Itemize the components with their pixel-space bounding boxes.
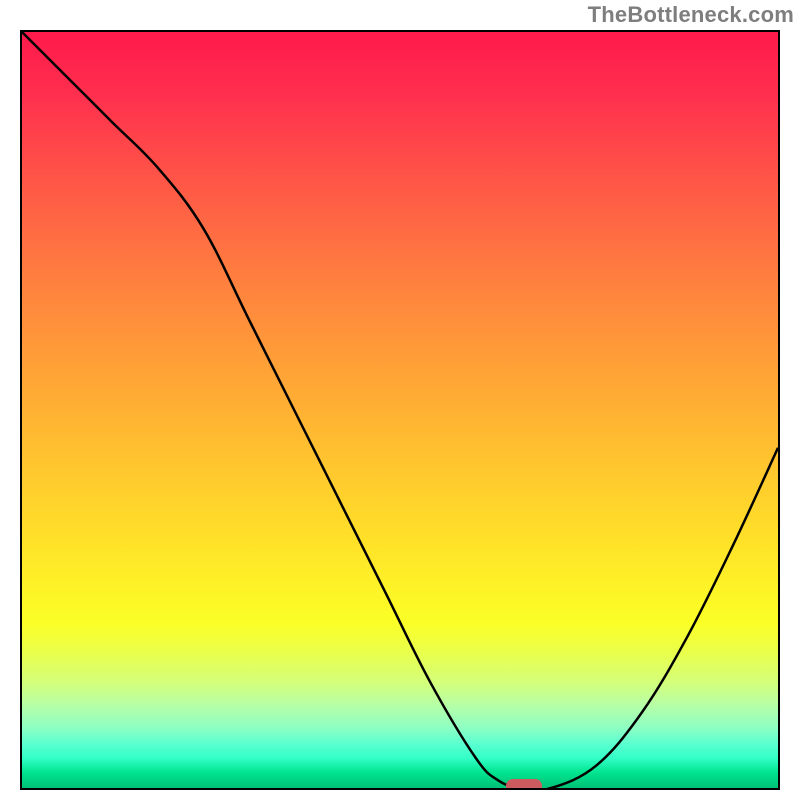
- chart-stage: TheBottleneck.com: [0, 0, 800, 800]
- plot-area: [20, 30, 780, 790]
- watermark-label: TheBottleneck.com: [588, 2, 794, 28]
- optimal-point-marker: [506, 779, 542, 790]
- bottleneck-curve: [22, 32, 778, 788]
